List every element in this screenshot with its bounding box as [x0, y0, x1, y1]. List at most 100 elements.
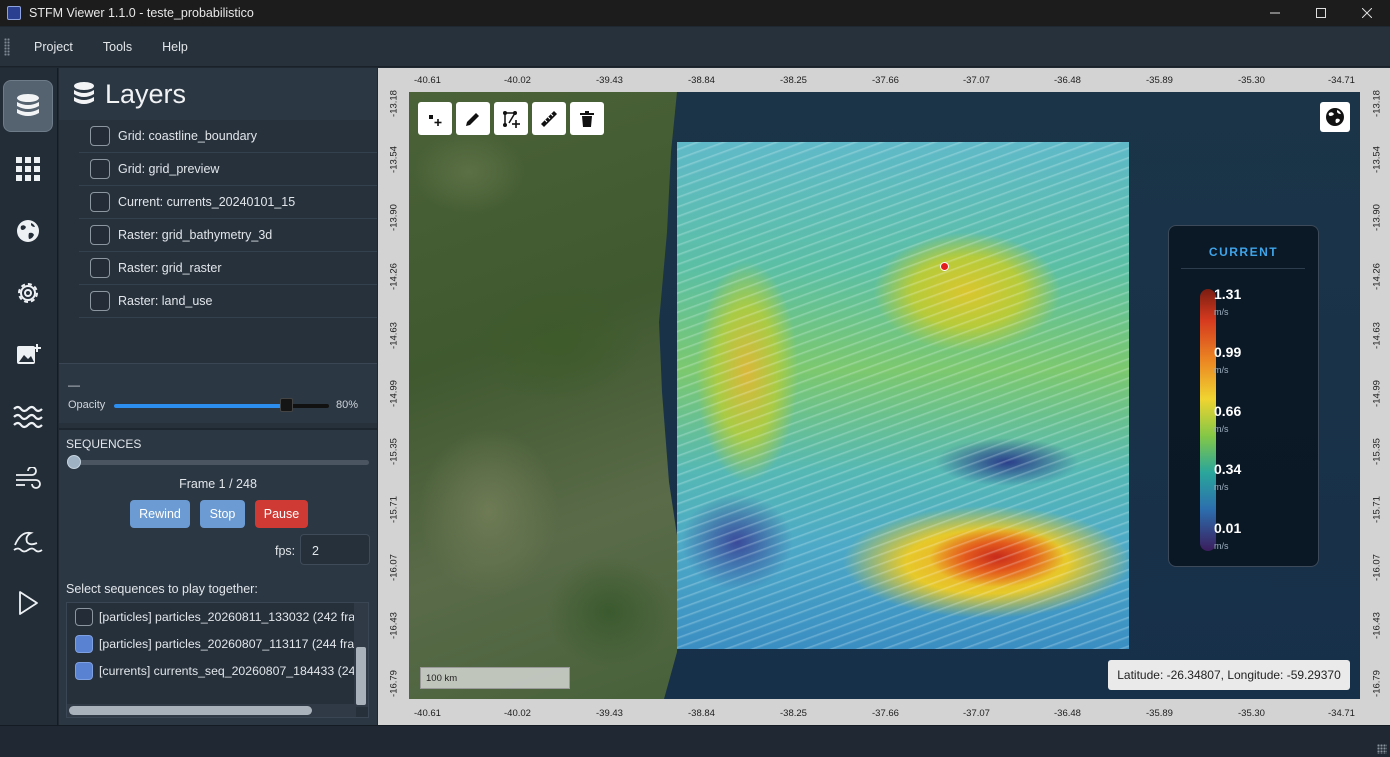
layer-checkbox[interactable] [90, 192, 110, 212]
add-point-button[interactable] [418, 102, 452, 135]
layer-item[interactable]: Raster: grid_raster [79, 252, 377, 285]
lon-label-bottom: -37.66 [872, 708, 899, 719]
vscroll-thumb[interactable] [356, 647, 366, 705]
lat-label-right: -14.63 [1371, 322, 1383, 349]
app-icon [7, 6, 21, 20]
map-canvas[interactable]: CURRENT 1.31 m/s 0.99 m/s 0.66 m/s 0.34 … [409, 92, 1360, 699]
layer-item[interactable]: Grid: grid_preview [79, 153, 377, 186]
sequence-item[interactable]: [currents] currents_seq_20260807_184433 … [67, 657, 355, 684]
settings-tool-button[interactable] [3, 267, 53, 319]
lat-label-right: -16.07 [1371, 554, 1383, 581]
sequence-list-vscroll[interactable] [354, 603, 368, 707]
sequence-label: [particles] particles_20260811_133032 (2… [99, 609, 355, 624]
add-point-icon [429, 114, 442, 126]
lon-label-top: -40.02 [504, 75, 531, 86]
opacity-slider-handle[interactable] [280, 398, 293, 412]
maximize-button[interactable] [1298, 0, 1344, 26]
sequence-slider[interactable] [67, 455, 369, 469]
lon-label-bottom: -36.48 [1054, 708, 1081, 719]
lat-label-right: -13.54 [1371, 146, 1383, 173]
menu-help[interactable]: Help [150, 40, 200, 54]
layers-tool-button[interactable] [3, 80, 53, 132]
layer-item[interactable]: Raster: grid_bathymetry_3d [79, 219, 377, 252]
stop-button[interactable]: Stop [200, 500, 245, 528]
resize-grip[interactable] [1377, 744, 1387, 754]
lat-label-left: -16.79 [388, 670, 400, 697]
lat-label-right: -16.79 [1371, 670, 1383, 697]
minimize-button[interactable] [1252, 0, 1298, 26]
lon-label-bottom: -40.61 [414, 708, 441, 719]
lat-label-right: -15.35 [1371, 438, 1383, 465]
fps-input[interactable]: 2 [300, 534, 370, 565]
grid-tool-button[interactable] [3, 143, 53, 195]
legend-value: 0.66 [1214, 403, 1242, 419]
sequence-slider-handle[interactable] [67, 455, 81, 469]
frame-label: Frame 1 / 248 [179, 477, 257, 491]
layer-item[interactable]: Current: currents_20240101_15 [79, 186, 377, 219]
layer-label: Grid: grid_preview [118, 162, 220, 176]
lat-label-right: -13.18 [1371, 90, 1383, 117]
lon-label-bottom: -34.71 [1328, 708, 1355, 719]
lon-label-top: -38.25 [780, 75, 807, 86]
layer-item[interactable]: Grid: coastline_boundary [79, 120, 377, 153]
menu-tools[interactable]: Tools [91, 40, 144, 54]
measure-button[interactable] [532, 102, 566, 135]
layers-panel: Layers Grid: coastline_boundary Grid: gr… [59, 68, 377, 725]
lat-label-left: -13.18 [388, 90, 400, 117]
sea-wave-tool-button[interactable] [3, 515, 53, 567]
sequence-list-hscroll[interactable] [67, 704, 356, 717]
wind-tool-button[interactable] [3, 453, 53, 505]
rewind-button[interactable]: Rewind [130, 500, 190, 528]
add-polygon-button[interactable] [494, 102, 528, 135]
globe-icon [1326, 108, 1344, 126]
layer-checkbox[interactable] [90, 126, 110, 146]
menu-project[interactable]: Project [22, 40, 85, 54]
lat-label-left: -14.26 [388, 263, 400, 290]
sequence-item[interactable]: [particles] particles_20260807_113117 (2… [67, 630, 355, 657]
layer-checkbox[interactable] [90, 258, 110, 278]
lat-label-left: -15.71 [388, 496, 400, 523]
map-toolbar [418, 102, 604, 135]
lat-label-left: -15.35 [388, 438, 400, 465]
layer-checkbox[interactable] [90, 159, 110, 179]
play-icon [19, 591, 38, 615]
sequence-checkbox[interactable] [75, 607, 93, 626]
current-legend: CURRENT 1.31 m/s 0.99 m/s 0.66 m/s 0.34 … [1168, 225, 1319, 567]
layer-checkbox[interactable] [90, 291, 110, 311]
draw-icon [466, 112, 479, 126]
basemap-button[interactable] [1320, 102, 1350, 132]
sequence-checkbox[interactable] [75, 661, 93, 680]
wind-icon [16, 467, 41, 489]
pause-button[interactable]: Pause [255, 500, 308, 528]
coordinates-readout: Latitude: -26.34807, Longitude: -59.2937… [1108, 660, 1350, 690]
layers-header: Layers [59, 68, 377, 120]
legend-unit: m/s [1214, 541, 1229, 551]
lat-label-right: -15.71 [1371, 496, 1383, 523]
sequence-label: [particles] particles_20260807_113117 (2… [99, 636, 355, 651]
globe-tool-button[interactable] [3, 205, 53, 257]
delete-button[interactable] [570, 102, 604, 135]
lon-label-top: -37.07 [963, 75, 990, 86]
play-tool-button[interactable] [3, 577, 53, 629]
hscroll-thumb[interactable] [69, 706, 312, 715]
layer-label: Raster: land_use [118, 294, 213, 308]
layers-icon [17, 94, 39, 116]
close-button[interactable] [1344, 0, 1390, 26]
opacity-section: — Opacity 80% [59, 363, 377, 423]
add-polygon-icon [503, 110, 520, 128]
sequence-checkbox[interactable] [75, 634, 93, 653]
legend-title: CURRENT [1208, 245, 1279, 259]
opacity-slider[interactable] [114, 398, 329, 412]
legend-unit: m/s [1214, 365, 1229, 375]
sequence-item[interactable]: [particles] particles_20260811_133032 (2… [67, 603, 355, 630]
layer-item[interactable]: Raster: land_use [79, 285, 377, 318]
lon-label-top: -38.84 [688, 75, 715, 86]
waves-tool-button[interactable] [3, 391, 53, 443]
map-marker[interactable] [940, 262, 949, 271]
lon-label-top: -40.61 [414, 75, 441, 86]
lon-label-bottom: -40.02 [504, 708, 531, 719]
draw-button[interactable] [456, 102, 490, 135]
layer-label: Current: currents_20240101_15 [118, 195, 296, 209]
add-image-tool-button[interactable] [3, 329, 53, 381]
layer-checkbox[interactable] [90, 225, 110, 245]
